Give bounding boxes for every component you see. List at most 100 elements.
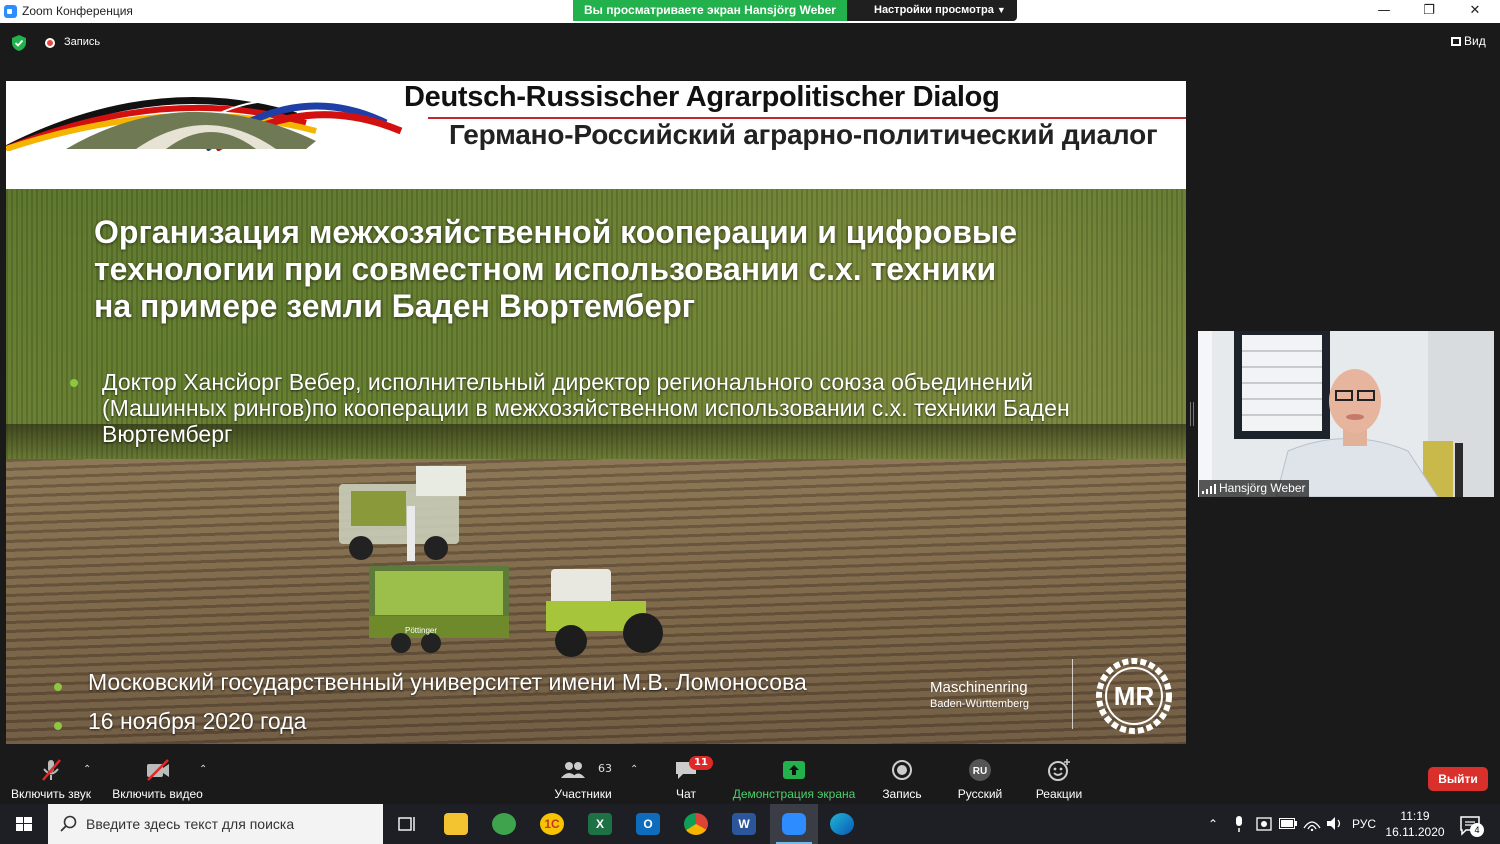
- tractor-trailer-image: Pöttinger: [369, 566, 663, 657]
- excel-icon[interactable]: X: [576, 804, 624, 844]
- zoom-taskbar-icon[interactable]: [770, 804, 818, 844]
- wifi-glyph: [1303, 821, 1321, 832]
- participants-label: Участники: [554, 787, 612, 801]
- windows-taskbar: Введите здесь текст для поиска 1C X O W …: [0, 804, 1500, 844]
- reactions-button[interactable]: Реакции: [1030, 748, 1088, 804]
- folder-glyph: [444, 813, 468, 835]
- participants-caret-icon[interactable]: ⌃: [630, 764, 638, 775]
- bullet-icon: [54, 722, 62, 730]
- taskbar-clock[interactable]: 11:19 16.11.2020: [1384, 808, 1446, 840]
- task-view-icon[interactable]: [383, 804, 431, 844]
- windows-start-icon[interactable]: [0, 804, 48, 844]
- shared-screen: Deutsch-Russischer Agrarpolitischer Dial…: [6, 81, 1186, 744]
- clock-time: 11:19: [1400, 809, 1430, 823]
- slide-heading-line: технологии при совместном использовании …: [94, 251, 997, 287]
- maximize-button[interactable]: ❐: [1406, 0, 1452, 23]
- title-bar: Zoom Конференция Вы просматриваете экран…: [0, 0, 1500, 23]
- logo-divider: [1072, 659, 1073, 729]
- edge-glyph: [830, 813, 854, 835]
- mr-logo-text: MR: [1114, 681, 1155, 711]
- slide-heading: Организация межхозяйственной кооперации …: [94, 214, 1134, 325]
- edge-icon[interactable]: [818, 804, 866, 844]
- view-label: Вид: [1464, 34, 1486, 48]
- share-screen-button[interactable]: Демонстрация экрана: [730, 748, 858, 804]
- volume-glyph: [1327, 817, 1341, 830]
- dialog-logo-arches: [6, 97, 403, 151]
- globe-language-icon: RU: [969, 759, 991, 781]
- zoom-app-icon: [4, 5, 17, 18]
- notification-count-badge: 4: [1470, 823, 1484, 837]
- participant-video-frame: [1198, 331, 1494, 497]
- bullet-icon: [70, 379, 78, 387]
- encryption-shield-icon[interactable]: [12, 35, 26, 51]
- slide-speaker-info: Доктор Хансйорг Вебер, исполнительный ди…: [102, 369, 1162, 447]
- security-tray-icon[interactable]: [1256, 816, 1274, 844]
- trailer-brand-text: Pöttinger: [405, 626, 437, 635]
- 1c-glyph: 1C: [540, 813, 564, 835]
- outlook-icon[interactable]: O: [624, 804, 672, 844]
- view-settings-label: Настройки просмотра: [874, 4, 994, 16]
- participant-video[interactable]: [1198, 331, 1494, 497]
- file-explorer-icon[interactable]: [432, 804, 480, 844]
- zoom-glyph: [782, 813, 806, 835]
- record-icon: [892, 760, 912, 780]
- view-settings-menu[interactable]: Настройки просмотра ▼: [847, 0, 1017, 21]
- maps-app-icon[interactable]: [480, 804, 528, 844]
- minimize-button[interactable]: —: [1361, 0, 1407, 23]
- smiley-reaction-icon: [1048, 759, 1070, 781]
- maschinenring-name: Maschinenring: [930, 679, 1028, 696]
- close-button[interactable]: ✕: [1452, 0, 1498, 23]
- word-icon[interactable]: W: [720, 804, 768, 844]
- maschinenring-region: Baden-Württemberg: [930, 698, 1030, 710]
- wifi-icon[interactable]: [1303, 816, 1321, 844]
- tray-overflow-chevron-icon[interactable]: ⌃: [1208, 817, 1222, 831]
- slide-title-russian: Германо-Российский аграрно-политический …: [449, 119, 1158, 150]
- taskbar-search[interactable]: Введите здесь текст для поиска: [48, 804, 383, 844]
- battery-icon[interactable]: [1279, 818, 1297, 844]
- volume-icon[interactable]: [1326, 816, 1344, 844]
- microphone-tray-icon[interactable]: [1233, 816, 1247, 844]
- leave-meeting-button[interactable]: Выйти: [1428, 767, 1488, 791]
- language-interpretation-button[interactable]: RU Русский: [952, 748, 1008, 804]
- slide-heading-line: на примере земли Баден Вюртемберг: [94, 288, 696, 324]
- battery-glyph: [1279, 818, 1297, 829]
- outlook-glyph: O: [636, 813, 660, 835]
- task-view-glyph: [398, 817, 415, 831]
- clock-date: 16.11.2020: [1385, 825, 1445, 839]
- forage-harvester-image: [339, 466, 466, 561]
- chrome-glyph: [684, 813, 708, 835]
- view-button[interactable]: Вид: [1451, 34, 1486, 48]
- panel-resize-handle[interactable]: [1190, 402, 1194, 426]
- chat-unread-badge: 11: [689, 756, 713, 770]
- chevron-down-icon: ▼: [996, 5, 1006, 15]
- recording-label[interactable]: Запись: [64, 36, 100, 48]
- speaker-line: (Машинных рингов)по кооперации в межхозя…: [102, 395, 1070, 421]
- share-screen-label: Демонстрация экрана: [732, 787, 856, 801]
- input-language-indicator[interactable]: РУС: [1352, 817, 1376, 844]
- participants-count: 63: [598, 762, 612, 775]
- recording-indicator-icon: [45, 38, 55, 48]
- mic-glyph: [1236, 816, 1242, 832]
- video-options-caret-icon[interactable]: ⌃: [199, 764, 207, 775]
- zoom-window: Zoom Конференция Вы просматриваете экран…: [0, 0, 1500, 844]
- window-title: Zoom Конференция: [22, 4, 133, 18]
- language-label: Русский: [957, 787, 1003, 801]
- slide-footer-university: Московский государственный университет и…: [88, 669, 807, 695]
- unmute-button[interactable]: Включить звук: [6, 748, 96, 804]
- 1c-app-icon[interactable]: 1C: [528, 804, 576, 844]
- globe-glyph: [492, 813, 516, 835]
- security-glyph: [1256, 817, 1272, 831]
- language-code: RU: [973, 766, 987, 777]
- record-button[interactable]: Запись: [876, 748, 928, 804]
- slide-header: Deutsch-Russischer Agrarpolitischer Dial…: [6, 81, 1186, 189]
- chrome-icon[interactable]: [672, 804, 720, 844]
- start-video-button[interactable]: Включить видео: [110, 748, 205, 804]
- signal-strength-icon: [1202, 484, 1216, 494]
- participants-button[interactable]: Участники: [548, 748, 618, 804]
- share-screen-icon: [783, 761, 805, 779]
- maschinenring-logo: MR: [1096, 658, 1172, 734]
- speaker-line: Доктор Хансйорг Вебер, исполнительный ди…: [102, 369, 1034, 395]
- screen-share-banner: Вы просматриваете экран Hansjörg Weber: [573, 0, 847, 21]
- microphone-muted-icon: [42, 759, 61, 781]
- audio-options-caret-icon[interactable]: ⌃: [83, 764, 91, 775]
